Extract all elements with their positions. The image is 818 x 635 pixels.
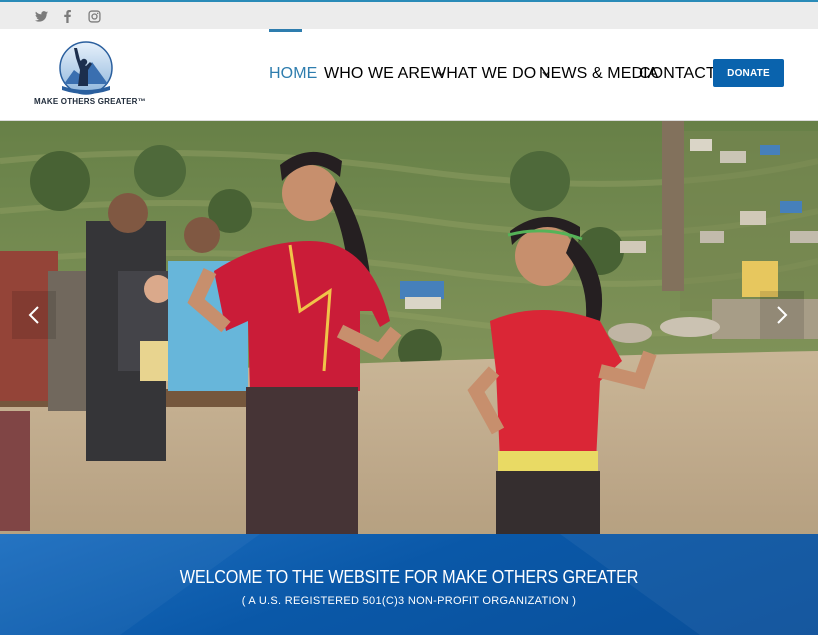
nav-what-we-do-label: WHAT WE DO [431, 65, 537, 82]
welcome-banner: WELCOME TO THE WEBSITE FOR MAKE OTHERS G… [0, 534, 818, 635]
hero-photo [0, 121, 818, 534]
nav-contact-label: CONTACT [639, 65, 716, 82]
nav-home[interactable]: HOME [269, 64, 317, 84]
nav-what-we-do[interactable]: WHAT WE DO [431, 64, 550, 84]
slider-prev-button[interactable] [12, 291, 56, 339]
donate-button[interactable]: DONATE [713, 59, 784, 87]
nav-who-we-are[interactable]: WHO WE ARE [324, 64, 445, 84]
chevron-left-icon [28, 306, 39, 324]
site-header: MAKE OTHERS GREATER™ HOME WHO WE ARE WHA… [0, 29, 818, 121]
logo-text: MAKE OTHERS GREATER™ [34, 97, 146, 106]
logo-emblem-icon [59, 41, 113, 95]
social-bar [0, 0, 818, 29]
instagram-icon[interactable] [86, 8, 102, 24]
nav-active-indicator [269, 29, 302, 32]
twitter-icon[interactable] [33, 8, 49, 24]
nav-who-we-are-label: WHO WE ARE [324, 65, 431, 82]
facebook-icon[interactable] [60, 8, 74, 24]
slider-next-button[interactable] [760, 291, 804, 339]
banner-subtitle: ( A U.S. REGISTERED 501(C)3 NON-PROFIT O… [241, 595, 577, 607]
nav-contact[interactable]: CONTACT [639, 64, 716, 84]
nav-home-label: HOME [269, 65, 318, 82]
banner-title: WELCOME TO THE WEBSITE FOR MAKE OTHERS G… [179, 567, 639, 587]
hero-slider [0, 121, 818, 534]
chevron-right-icon [777, 306, 788, 324]
site-logo[interactable]: MAKE OTHERS GREATER™ [34, 40, 146, 112]
